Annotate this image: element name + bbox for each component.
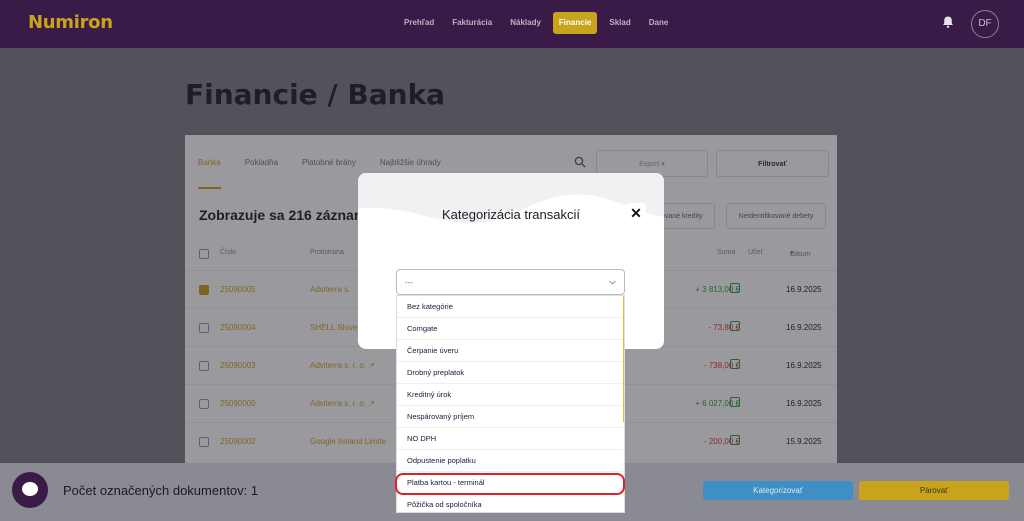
nav-item-fakturacia[interactable]: Fakturácia xyxy=(446,12,498,34)
top-bar: Numiron Prehľad Fakturácia Náklady Finan… xyxy=(0,0,1024,48)
category-option[interactable]: Kreditný úrok xyxy=(397,384,623,406)
category-select-value: --- xyxy=(405,278,413,287)
bell-icon[interactable] xyxy=(941,15,955,29)
user-avatar[interactable]: DF xyxy=(971,10,999,38)
nav-item-financie[interactable]: Financie xyxy=(552,12,598,34)
category-option[interactable]: Bez kategórie xyxy=(397,296,623,318)
category-option[interactable]: Pôžička od spoločníka xyxy=(397,494,623,512)
category-option[interactable]: Odpustenie poplatku xyxy=(397,450,623,472)
category-option[interactable]: Comgate xyxy=(397,318,623,340)
category-option[interactable]: Nespárovaný príjem xyxy=(397,406,623,428)
nav-item-sklad[interactable]: Sklad xyxy=(603,12,636,34)
chat-icon xyxy=(22,482,38,496)
modal-title: Kategorizácia transakcií xyxy=(441,207,580,222)
pair-button[interactable]: Párovať xyxy=(859,481,1009,500)
dropdown-scrollbar[interactable] xyxy=(623,296,624,422)
category-option[interactable]: Drobný preplatok xyxy=(397,362,623,384)
category-option[interactable]: NO DPH xyxy=(397,428,623,450)
highlighted-option-outline xyxy=(395,473,625,495)
chat-button[interactable] xyxy=(12,472,48,508)
app-logo[interactable]: Numiron xyxy=(28,12,113,33)
selected-documents-count: Počet označených dokumentov: 1 xyxy=(63,483,259,498)
chevron-down-icon xyxy=(609,280,616,285)
nav-item-prehlad[interactable]: Prehľad xyxy=(398,12,440,34)
close-button[interactable]: ✕ xyxy=(626,203,646,223)
nav-item-naklady[interactable]: Náklady xyxy=(504,12,547,34)
nav-item-dane[interactable]: Dane xyxy=(643,12,675,34)
category-option[interactable]: Čerpanie úveru xyxy=(397,340,623,362)
categorize-button[interactable]: Kategorizovať xyxy=(703,481,853,500)
category-select[interactable]: --- xyxy=(396,269,625,295)
main-nav: Prehľad Fakturácia Náklady Financie Skla… xyxy=(398,12,674,34)
